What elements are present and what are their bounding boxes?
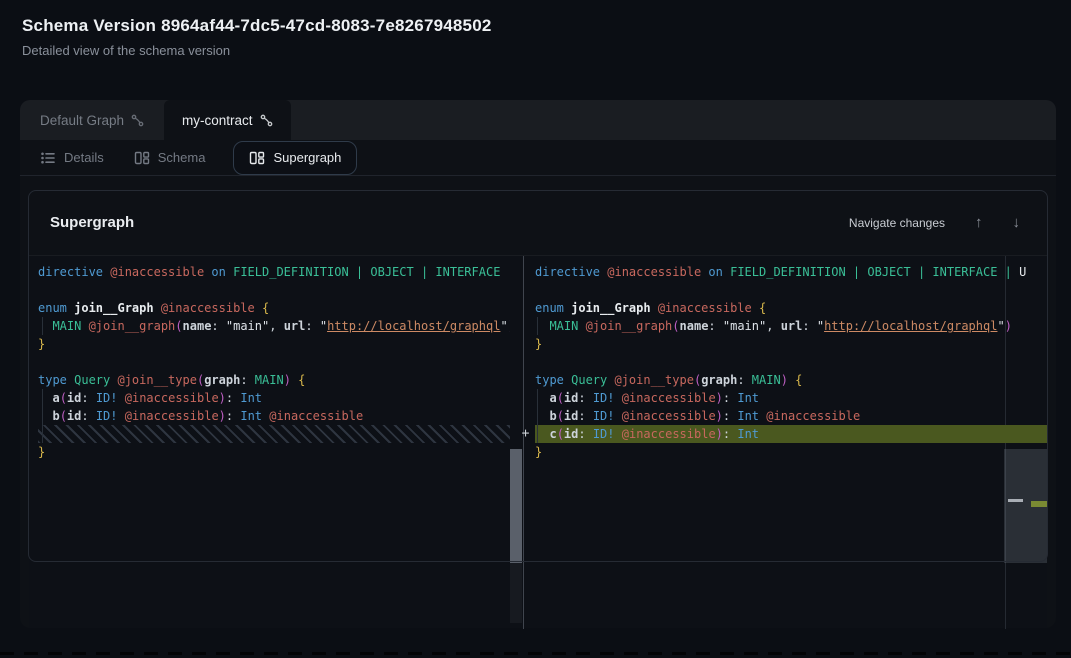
tab-my-contract-label: my-contract [182,113,253,128]
previous-change-button[interactable]: ↑ [975,215,983,230]
code-line [535,353,1047,371]
panels-icon [134,150,150,166]
subtab-schema-label: Schema [158,150,206,165]
code-line: } [535,443,1047,461]
code-line: type Query @join__type(graph: MAIN) { [535,371,1047,389]
indent-guide [537,389,538,443]
list-icon [40,150,56,166]
added-line-plus-marker: + [518,425,533,443]
variant-tabbar: Default Graph my-contract [20,100,1056,140]
code-line: MAIN @join__graph(name: "main", url: "ht… [38,317,510,335]
diff-right-pane[interactable]: directive @inaccessible on FIELD_DEFINIT… [533,256,1047,629]
tab-default-graph[interactable]: Default Graph [20,100,164,140]
subtab-supergraph-label: Supergraph [273,150,341,165]
left-pane-scrollbar-track[interactable] [510,563,522,623]
code-line [38,281,510,299]
left-pane-scrollbar-thumb[interactable] [510,449,522,563]
code-line: directive @inaccessible on FIELD_DEFINIT… [535,263,1047,281]
minimap-slider[interactable] [1004,449,1047,563]
code-line: } [38,443,510,461]
code-line: b(id: ID! @inaccessible): Int @inaccessi… [535,407,1047,425]
code-line [535,281,1047,299]
subtab-details-label: Details [64,150,104,165]
tab-my-contract[interactable]: my-contract [164,100,291,140]
code-line: type Query @join__type(graph: MAIN) { [38,371,510,389]
fork-icon [131,114,144,127]
fork-icon [260,114,273,127]
subtab-schema[interactable]: Schema [132,150,208,166]
code-line: a(id: ID! @inaccessible): Int [535,389,1047,407]
code-line: enum join__Graph @inaccessible { [535,299,1047,317]
navigate-changes-label: Navigate changes [849,216,945,230]
subtab-details[interactable]: Details [38,150,106,166]
indent-guide [42,317,43,335]
code-line: c(id: ID! @inaccessible): Int [535,425,1047,443]
code-line: a(id: ID! @inaccessible): Int [38,389,510,407]
page-subtitle: Detailed view of the schema version [22,43,492,58]
schema-diff-editor: directive @inaccessible on FIELD_DEFINIT… [29,255,1047,628]
view-subtabs: Details Schema Supergraph [20,140,1056,176]
navigate-changes-cluster: Navigate changes ↑ ↓ [849,215,1020,230]
indent-guide [42,389,43,443]
code-line [38,425,510,443]
minimap-cursor-mark [1008,499,1023,502]
page-title: Schema Version 8964af44-7dc5-47cd-8083-7… [22,16,492,36]
code-line [38,353,510,371]
code-line: } [535,335,1047,353]
panels-icon [249,150,265,166]
code-line: directive @inaccessible on FIELD_DEFINIT… [38,263,510,281]
subtab-supergraph[interactable]: Supergraph [233,141,357,175]
code-line: enum join__Graph @inaccessible { [38,299,510,317]
indent-guide [537,317,538,335]
code-line: b(id: ID! @inaccessible): Int @inaccessi… [38,407,510,425]
diff-left-pane[interactable]: directive @inaccessible on FIELD_DEFINIT… [29,256,510,629]
page-header: Schema Version 8964af44-7dc5-47cd-8083-7… [22,16,492,58]
minimap-added-change-mark [1031,501,1047,507]
code-line: MAIN @join__graph(name: "main", url: "ht… [535,317,1047,335]
supergraph-panel-title: Supergraph [50,214,134,231]
next-change-button[interactable]: ↓ [1013,215,1021,230]
bottom-dashed-rule [0,652,1071,655]
supergraph-panel-header: Supergraph Navigate changes ↑ ↓ [28,190,1048,255]
code-line: } [38,335,510,353]
tab-default-graph-label: Default Graph [40,113,124,128]
